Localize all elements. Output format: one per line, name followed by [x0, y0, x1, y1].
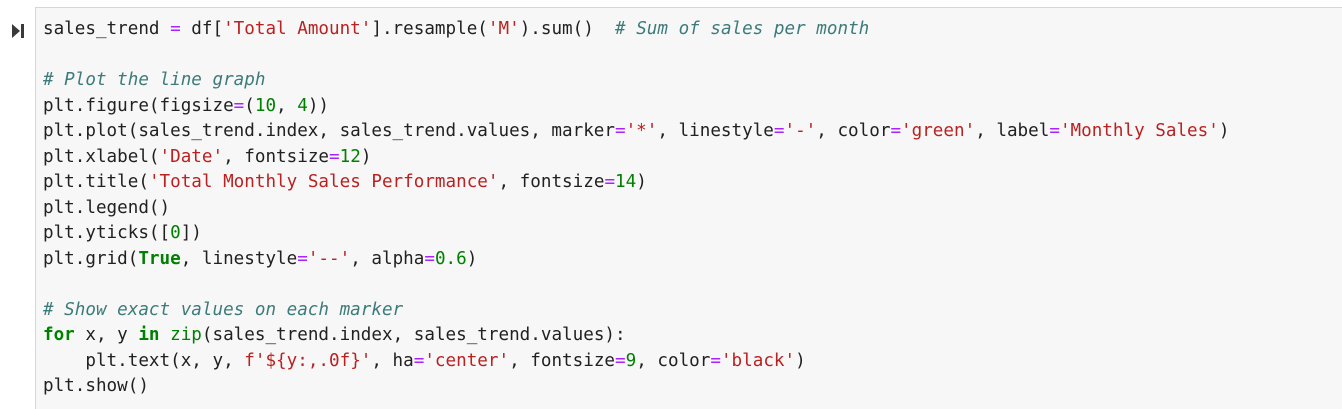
code-token: = — [710, 350, 721, 371]
code-token: 10 — [254, 95, 277, 116]
code-line: plt.figure(figsize=(10, 4)) — [43, 94, 1229, 120]
code-token: , fontsize — [223, 146, 330, 167]
code-token: plt.legend() — [43, 197, 171, 218]
code-token: ]) — [180, 223, 202, 243]
code-line: plt.yticks([0]) — [43, 221, 1229, 247]
code-token: plt.yticks([ — [43, 223, 171, 243]
code-token: , linestyle — [180, 248, 298, 269]
code-token: ) — [360, 146, 372, 167]
code-token: 'M' — [487, 19, 520, 39]
code-token: sales_trend — [43, 19, 171, 39]
code-token: '--' — [307, 248, 351, 269]
code-line: # Show exact values on each marker — [43, 298, 1229, 324]
code-token: = — [413, 350, 425, 371]
code-token: zip — [170, 325, 202, 345]
run-cell-icon — [8, 22, 28, 40]
notebook-page: sales_trend = df['Total Amount'].resampl… — [0, 0, 1342, 409]
code-token: 'Monthly Sales' — [1059, 121, 1219, 141]
code-token: ) — [795, 350, 806, 371]
code-token: plt.text(x, y, — [43, 350, 245, 371]
code-token: ).sum() — [519, 19, 616, 39]
code-token: ) — [1218, 121, 1230, 141]
code-token: plt.xlabel( — [43, 146, 160, 167]
code-token: = — [297, 248, 308, 269]
code-token: True — [138, 248, 181, 269]
code-line: # Plot the line graph — [43, 68, 1229, 94]
code-line: plt.legend() — [43, 196, 1229, 222]
code-token: 'black' — [720, 350, 796, 371]
code-token: '-' — [784, 121, 817, 141]
code-token: # Plot the line graph — [43, 70, 266, 90]
code-token: , linestyle — [657, 121, 774, 141]
code-token: , color — [636, 350, 711, 371]
code-editor[interactable]: sales_trend = df['Total Amount'].resampl… — [43, 17, 1229, 400]
code-token: 'center' — [424, 350, 510, 371]
code-token: 9 — [625, 350, 637, 371]
run-cell-button[interactable] — [8, 22, 28, 40]
code-token: 0.6 — [434, 248, 467, 269]
code-token: = — [170, 19, 181, 39]
code-line: plt.text(x, y, f'${y:,.0f}', ha='center'… — [43, 349, 1229, 375]
code-token: , color — [816, 121, 891, 141]
code-token: 'Total Monthly Sales Performance' — [148, 172, 499, 192]
code-cell[interactable]: sales_trend = df['Total Amount'].resampl… — [35, 7, 1342, 409]
code-token: = — [773, 121, 785, 141]
code-line: plt.title('Total Monthly Sales Performan… — [43, 170, 1229, 196]
code-token: plt.figure(figsize — [43, 95, 234, 116]
code-token: ) — [636, 172, 647, 192]
code-token: 'Total Amount' — [223, 19, 372, 39]
code-token: ].resample( — [371, 19, 488, 39]
code-token: 'Date' — [159, 146, 224, 167]
code-token: = — [890, 121, 902, 141]
code-token: ) — [466, 248, 478, 269]
code-token: for — [43, 325, 75, 345]
code-token: , ha — [371, 350, 414, 371]
code-token: in — [138, 325, 160, 345]
code-token: # Sum of sales per month — [615, 19, 870, 39]
code-token: 4 — [297, 95, 308, 116]
code-token: plt.grid( — [43, 248, 139, 269]
code-token: plt.show() — [43, 376, 149, 396]
code-token: 14 — [615, 172, 637, 192]
code-token: , — [276, 95, 298, 116]
code-token: = — [424, 248, 435, 269]
code-token: '*' — [625, 121, 658, 141]
code-token: (sales_trend.index, sales_trend.values): — [201, 325, 626, 345]
code-token: , alpha — [350, 248, 425, 269]
code-token: plt.title( — [43, 172, 149, 192]
code-token: # Show exact values on each marker — [43, 299, 404, 320]
code-token: , fontsize — [509, 350, 616, 371]
code-line: plt.show() — [43, 374, 1229, 400]
code-token: = — [615, 350, 626, 371]
code-token: = — [1049, 121, 1060, 141]
code-token: plt.plot(sales_trend.index, sales_trend.… — [43, 121, 615, 141]
code-token: 12 — [339, 146, 361, 167]
code-token: , fontsize — [498, 172, 605, 192]
code-line: plt.plot(sales_trend.index, sales_trend.… — [43, 119, 1229, 145]
code-line: for x, y in zip(sales_trend.index, sales… — [43, 323, 1229, 349]
code-token: 0 — [170, 223, 181, 243]
code-token: = — [604, 172, 616, 192]
code-token: = — [615, 121, 626, 141]
code-line: plt.grid(True, linestyle='--', alpha=0.6… — [43, 247, 1229, 273]
code-token: f'${y:,.0f}' — [244, 350, 372, 371]
code-token: ( — [244, 95, 255, 116]
code-token: x, y — [74, 325, 139, 345]
code-token: , label — [975, 121, 1050, 141]
code-line: sales_trend = df['Total Amount'].resampl… — [43, 17, 1229, 43]
code-token: = — [233, 95, 245, 116]
code-token: df[ — [180, 19, 224, 39]
code-token: )) — [307, 95, 330, 116]
code-token: 'green' — [901, 121, 976, 141]
code-token: = — [329, 146, 340, 167]
code-line: plt.xlabel('Date', fontsize=12) — [43, 145, 1229, 171]
